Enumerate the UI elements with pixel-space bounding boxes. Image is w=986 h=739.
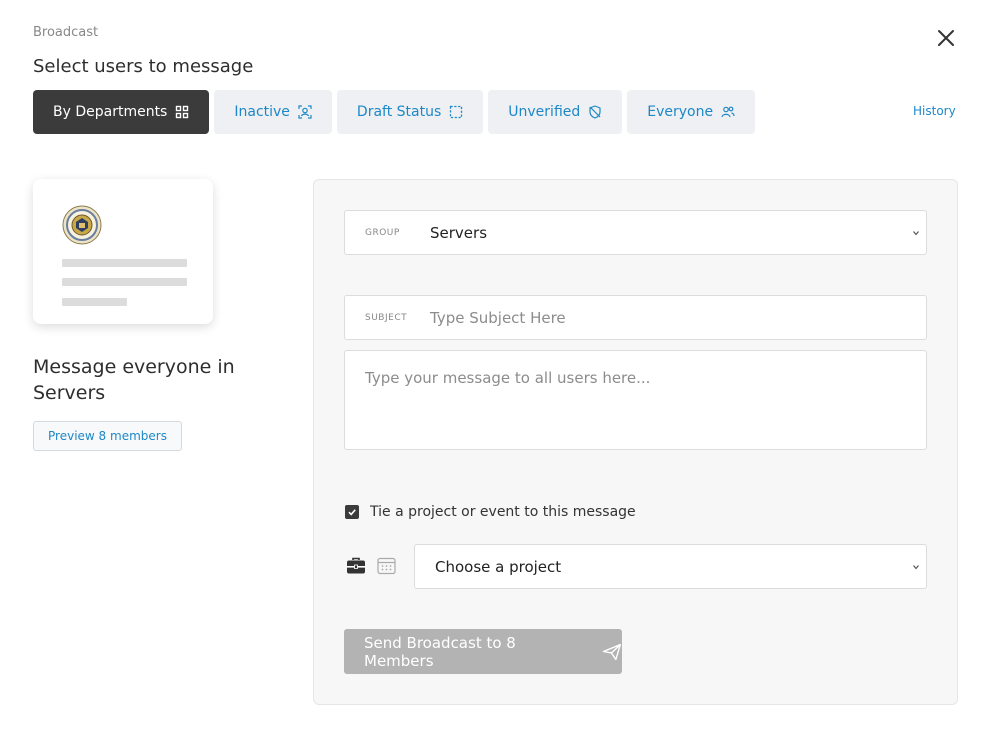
project-select-value: Choose a project: [435, 557, 562, 576]
shield-off-icon: [588, 105, 602, 119]
placeholder-line: [62, 278, 187, 286]
group-value: Servers: [430, 223, 488, 242]
tab-label: Inactive: [234, 104, 290, 120]
grid-icon: [175, 105, 189, 119]
tab-draft-status[interactable]: Draft Status: [336, 90, 484, 134]
tab-unverified[interactable]: Unverified: [488, 90, 623, 134]
breadcrumb: Broadcast: [33, 25, 99, 40]
send-broadcast-button[interactable]: Send Broadcast to 8 Members: [344, 629, 622, 674]
group-select[interactable]: GROUP Servers: [344, 210, 927, 255]
briefcase-icon[interactable]: [346, 557, 366, 575]
placeholder-line: [62, 259, 187, 267]
tie-project-label: Tie a project or event to this message: [370, 504, 636, 520]
send-button-label: Send Broadcast to 8 Members: [364, 633, 516, 670]
close-button[interactable]: [932, 24, 960, 52]
subject-input[interactable]: Type Subject Here: [430, 309, 926, 327]
tab-label: Unverified: [508, 104, 581, 120]
dashed-square-icon: [449, 105, 463, 119]
placeholder-line: [62, 298, 127, 306]
send-icon: [602, 643, 622, 660]
project-select[interactable]: Choose a project: [414, 544, 927, 589]
tab-inactive[interactable]: Inactive: [214, 90, 332, 134]
message-preview-card: [33, 179, 213, 324]
tie-project-checkbox[interactable]: [345, 505, 359, 519]
tab-by-departments[interactable]: By Departments: [33, 90, 210, 134]
left-heading: Message everyone in Servers: [33, 354, 273, 406]
tab-bar: By Departments Inactive Draft Status Unv…: [33, 90, 756, 134]
subject-label: SUBJECT: [365, 312, 408, 323]
chevron-down-icon: [913, 565, 919, 570]
tab-label: Draft Status: [356, 104, 442, 120]
tab-label: Everyone: [647, 104, 714, 120]
chevron-down-icon: [913, 231, 919, 236]
group-label: GROUP: [365, 227, 400, 238]
message-textarea[interactable]: Type your message to all users here...: [344, 350, 927, 450]
preview-members-button[interactable]: Preview 8 members: [33, 421, 182, 451]
close-icon: [938, 30, 954, 46]
heading-line: Message everyone in: [33, 356, 235, 378]
check-icon: [348, 509, 356, 516]
page-title: Select users to message: [33, 56, 254, 77]
users-icon: [721, 105, 735, 119]
calendar-icon[interactable]: [377, 557, 396, 575]
tab-label: By Departments: [53, 104, 168, 120]
organization-seal-logo: [62, 205, 102, 245]
user-scan-icon: [298, 105, 312, 119]
heading-line: Servers: [33, 382, 106, 404]
tie-project-row: Tie a project or event to this message: [345, 504, 636, 520]
tab-everyone[interactable]: Everyone: [627, 90, 756, 134]
history-link[interactable]: History: [913, 104, 956, 118]
subject-field[interactable]: SUBJECT Type Subject Here: [344, 295, 927, 340]
broadcast-form: GROUP Servers SUBJECT Type Subject Here …: [313, 179, 958, 705]
